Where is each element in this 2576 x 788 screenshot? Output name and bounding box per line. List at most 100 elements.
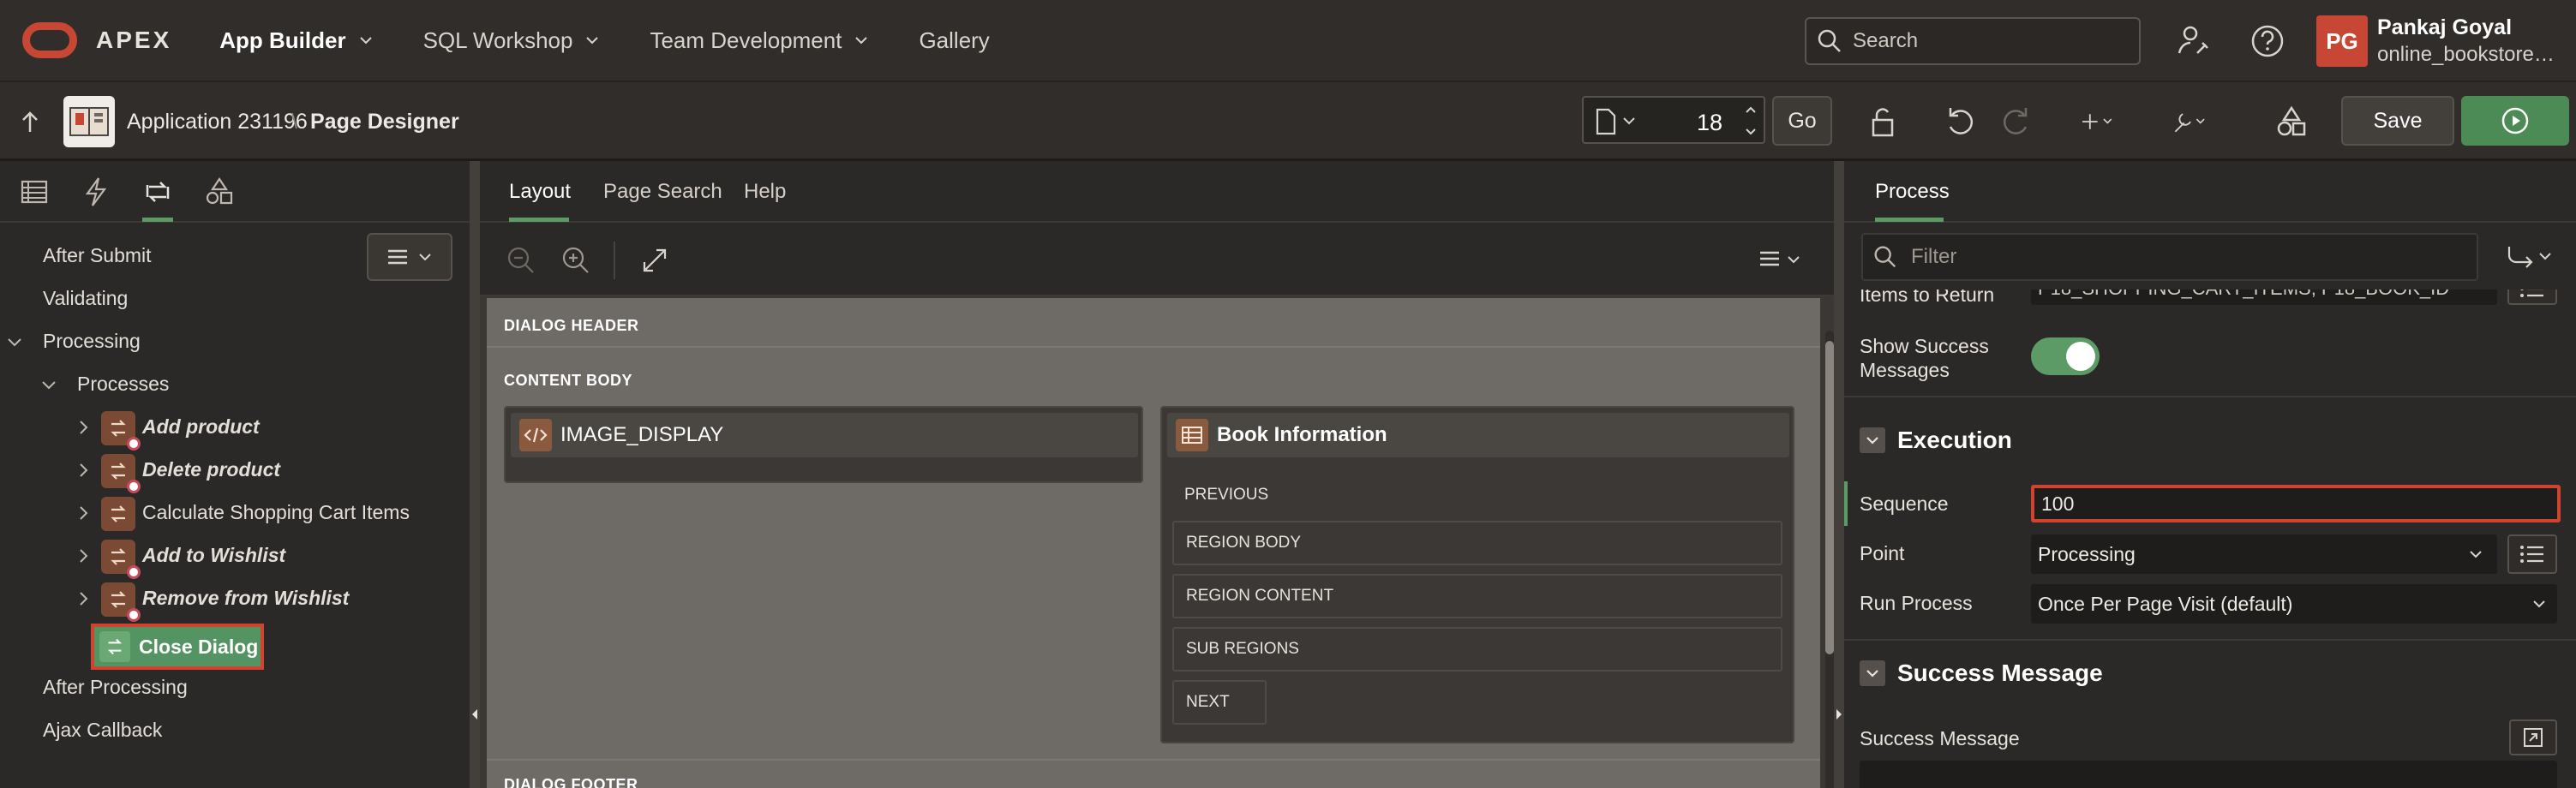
hamburger-icon[interactable]	[1758, 248, 1781, 269]
dynamic-actions-tab-icon[interactable]	[79, 175, 113, 209]
workspace-name[interactable]: online_bookstore_a...	[2377, 43, 2566, 67]
right-splitter[interactable]	[1834, 161, 1844, 788]
chevron-right-icon[interactable]	[74, 504, 93, 522]
application-icon[interactable]	[63, 96, 115, 147]
expand-icon[interactable]	[638, 243, 672, 278]
lock-page-icon[interactable]	[1865, 103, 1902, 140]
tree-node-process[interactable]: Delete product	[142, 449, 280, 490]
show-success-messages-toggle[interactable]	[2031, 337, 2100, 375]
slot-region-content[interactable]: REGION CONTENT	[1172, 574, 1782, 618]
property-filter-input[interactable]: Filter	[1861, 233, 2478, 281]
run-process-select[interactable]: Once Per Page Visit (default)	[2031, 584, 2557, 624]
chevron-right-icon[interactable]	[74, 461, 93, 480]
dialog-header-position[interactable]: DIALOG HEADER	[504, 317, 639, 335]
page-number-input[interactable]: 18	[1645, 110, 1722, 136]
tab-process[interactable]: Process	[1875, 180, 1950, 204]
go-to-group-icon[interactable]	[2504, 243, 2557, 271]
nav-team-development[interactable]: Team Development	[650, 27, 869, 54]
layout-canvas[interactable]: DIALOG HEADER CONTENT BODY IMAGE_DISPLAY…	[487, 298, 1820, 788]
slot-region-body[interactable]: REGION BODY	[1172, 521, 1782, 565]
go-button[interactable]: Go	[1772, 96, 1832, 146]
tree-node-process[interactable]: Calculate Shopping Cart Items	[142, 492, 410, 533]
items-to-return-field[interactable]: P18_SHOPPING_CART_ITEMS, P18_BOOK_ID	[2031, 290, 2497, 305]
content-body-position[interactable]: CONTENT BODY	[504, 372, 632, 390]
nav-app-builder[interactable]: App Builder	[219, 27, 373, 54]
chevron-right-icon[interactable]	[74, 546, 93, 565]
tab-layout[interactable]: Layout	[509, 180, 571, 204]
canvas-scrollbar[interactable]	[1825, 331, 1834, 788]
save-button[interactable]: Save	[2341, 96, 2454, 146]
tree-node-after-processing[interactable]: After Processing	[43, 666, 188, 707]
save-and-run-button[interactable]	[2461, 96, 2569, 146]
oracle-logo[interactable]	[22, 22, 77, 58]
arrow-up-icon[interactable]	[15, 108, 45, 137]
open-editor-button[interactable]	[2509, 719, 2557, 755]
help-icon[interactable]	[2249, 22, 2286, 60]
breadcrumb-application[interactable]: Application 231196	[127, 110, 308, 134]
stepper-up-icon[interactable]	[1743, 103, 1758, 118]
tree-node-process[interactable]: Add to Wishlist	[142, 534, 285, 576]
chevron-right-icon[interactable]	[74, 418, 93, 437]
user-avatar[interactable]: PG	[2316, 15, 2368, 67]
success-message-textarea[interactable]	[1860, 761, 2557, 788]
point-select[interactable]: Processing	[2031, 534, 2497, 574]
global-search-input[interactable]: Search	[1805, 17, 2141, 65]
page-icon	[1596, 108, 1616, 135]
left-splitter[interactable]	[470, 161, 480, 788]
shared-components-icon[interactable]	[2273, 103, 2310, 140]
slot-sub-regions[interactable]: SUB REGIONS	[1172, 627, 1782, 672]
zoom-in-icon[interactable]	[559, 243, 593, 278]
section-success-message-header[interactable]: Success Message	[1860, 656, 2103, 690]
tab-help[interactable]: Help	[744, 180, 786, 204]
dialog-footer-position[interactable]: DIALOG FOOTER	[504, 776, 638, 788]
tree-node-ajax-callback[interactable]: Ajax Callback	[43, 709, 162, 750]
tree-node-process[interactable]: Remove from Wishlist	[142, 577, 349, 618]
nav-sql-workshop[interactable]: SQL Workshop	[423, 27, 601, 54]
tab-page-search[interactable]: Page Search	[603, 180, 722, 204]
chevron-down-icon[interactable]	[5, 332, 24, 351]
region-image-display[interactable]: IMAGE_DISPLAY	[504, 406, 1143, 483]
tree-node-after-submit[interactable]: After Submit	[43, 235, 152, 276]
tree-label: Add product	[142, 415, 260, 438]
tree-node-processing[interactable]: Processing	[43, 320, 141, 361]
create-menu-icon[interactable]	[2082, 103, 2120, 140]
region-book-information[interactable]: Book Information PREVIOUS REGION BODY RE…	[1160, 406, 1794, 743]
undo-icon[interactable]	[1942, 103, 1980, 140]
scrollbar-thumb[interactable]	[1825, 341, 1834, 654]
chevron-down-icon[interactable]	[1786, 252, 1801, 267]
nav-gallery[interactable]: Gallery	[919, 27, 989, 54]
slot-previous[interactable]: PREVIOUS	[1172, 473, 1268, 517]
tree-node-processes[interactable]: Processes	[77, 363, 169, 404]
shared-components-tab-icon[interactable]	[202, 175, 237, 209]
code-region-icon	[519, 419, 552, 451]
sequence-input[interactable]: 100	[2031, 485, 2561, 522]
processing-tab-icon[interactable]	[141, 175, 175, 209]
process-icon	[99, 631, 130, 662]
tree-menu-button[interactable]	[367, 233, 452, 281]
redo-icon[interactable]	[1997, 103, 2034, 140]
user-name[interactable]: Pankaj Goyal	[2377, 15, 2512, 40]
collapse-left-icon[interactable]	[470, 707, 480, 721]
point-lov-button[interactable]	[2507, 534, 2557, 574]
chevron-right-icon[interactable]	[74, 589, 93, 608]
collapse-right-icon[interactable]	[1834, 707, 1844, 721]
tree-node-process[interactable]: Add product	[142, 406, 260, 447]
server-side-condition-badge	[127, 437, 141, 451]
apex-brand[interactable]: APEX	[96, 27, 171, 54]
expand-editor-icon	[2524, 728, 2543, 747]
tree-node-close-dialog-selected[interactable]: Close Dialog	[91, 624, 264, 670]
section-execution-header[interactable]: Execution	[1860, 423, 2012, 457]
zoom-out-icon[interactable]	[504, 243, 538, 278]
slot-next[interactable]: NEXT	[1172, 680, 1267, 725]
page-designer-toolbar: Application 231196 \ Page Designer 18 Go…	[0, 82, 2576, 161]
administration-icon[interactable]	[2175, 22, 2213, 60]
position-divider	[487, 759, 1820, 761]
stepper-down-icon[interactable]	[1743, 123, 1758, 139]
tree-label: Delete product	[142, 457, 281, 481]
tree-label: Processes	[77, 372, 170, 395]
tree-node-validating[interactable]: Validating	[43, 278, 128, 319]
items-to-return-lov-button[interactable]	[2507, 290, 2557, 305]
utilities-wrench-icon[interactable]	[2172, 103, 2209, 140]
chevron-down-icon[interactable]	[39, 375, 58, 394]
rendering-tab-icon[interactable]	[17, 175, 51, 209]
